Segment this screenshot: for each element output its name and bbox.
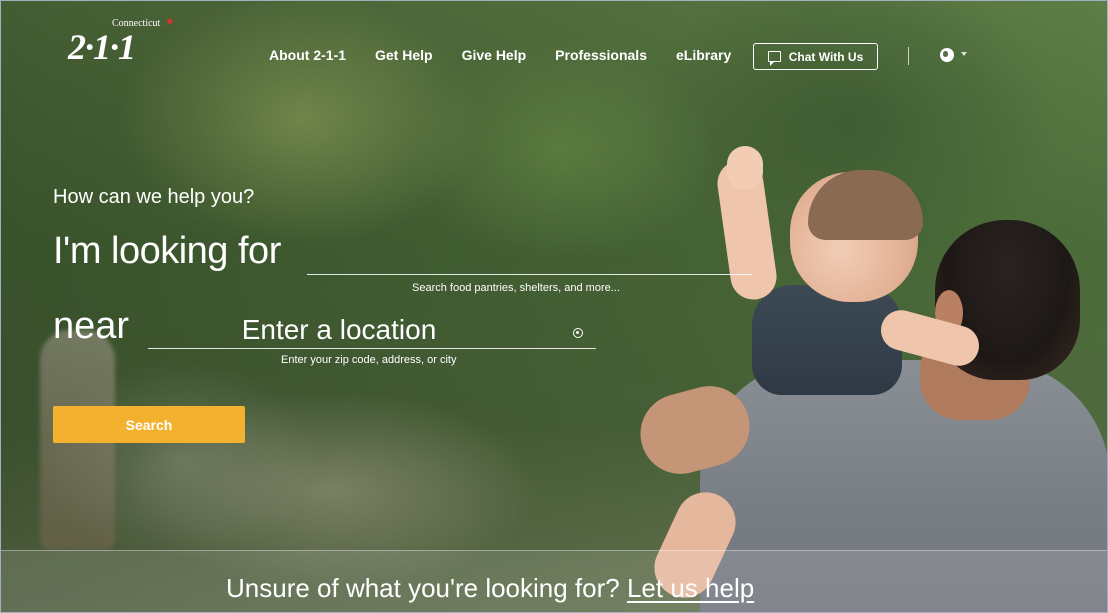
star-icon: ★ (165, 16, 175, 28)
let-us-help-link[interactable]: Let us help (627, 573, 754, 603)
chat-button-label: Chat With Us (788, 49, 864, 64)
search-heading: How can we help you? (53, 186, 255, 208)
looking-for-hint: Search food pantries, shelters, and more… (412, 282, 620, 294)
location-hint: Enter your zip code, address, or city (281, 354, 457, 366)
page: Connecticut ★ 2·1·1 About 2-1-1 Get Help… (0, 0, 1108, 613)
chat-bubble-icon (767, 51, 781, 66)
location-placeholder: Enter a location (241, 314, 437, 345)
site-logo[interactable]: Connecticut ★ 2·1·1 (68, 16, 178, 68)
chevron-down-icon[interactable] (961, 52, 967, 56)
nav-elibrary[interactable]: eLibrary (676, 47, 731, 63)
nav-give-help[interactable]: Give Help (462, 47, 527, 63)
nav-divider (908, 47, 909, 65)
help-prompt: Unsure of what you're looking for? (226, 573, 627, 603)
nav-get-help[interactable]: Get Help (375, 47, 433, 63)
globe-icon[interactable] (940, 48, 954, 62)
main-nav: About 2-1-1 Get Help Give Help Professio… (269, 47, 760, 63)
search-button[interactable]: Search (53, 406, 245, 443)
photo-baby-overalls (752, 285, 902, 395)
looking-for-label: I'm looking for (53, 230, 281, 272)
location-target-icon[interactable] (573, 328, 583, 338)
logo-number: 2·1·1 (68, 27, 136, 67)
chat-with-us-button[interactable]: Chat With Us (753, 43, 878, 70)
near-label: near (53, 305, 130, 347)
nav-professionals[interactable]: Professionals (555, 47, 647, 63)
looking-for-input[interactable] (307, 238, 752, 275)
help-banner-text: Unsure of what you're looking for? Let u… (226, 573, 754, 604)
photo-baby-hand (727, 146, 763, 190)
nav-about[interactable]: About 2-1-1 (269, 47, 346, 63)
location-input[interactable]: Enter a location (148, 312, 596, 349)
